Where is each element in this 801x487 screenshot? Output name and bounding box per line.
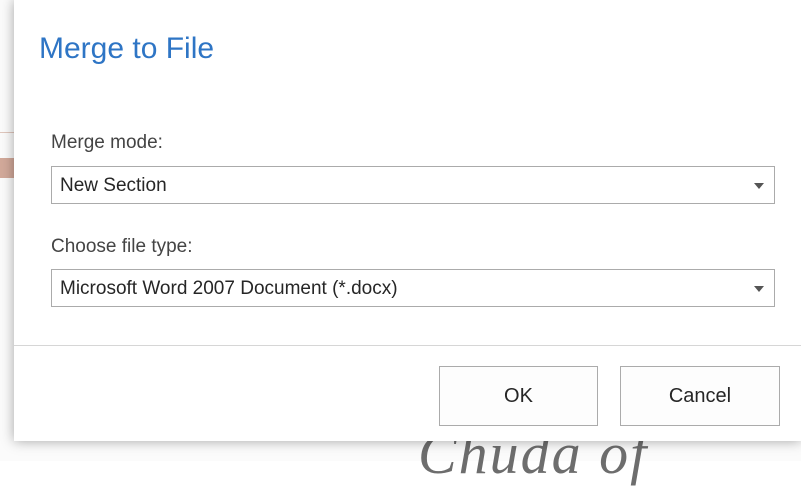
merge-mode-label: Merge mode: — [51, 132, 163, 153]
dialog-title: Merge to File — [39, 32, 215, 65]
chevron-down-icon — [754, 286, 764, 292]
merge-to-file-dialog: Merge to File Merge mode: New Section Ch… — [14, 0, 801, 441]
merge-mode-value: New Section — [60, 175, 167, 196]
merge-mode-select[interactable]: New Section — [51, 166, 775, 204]
footer-divider — [14, 345, 801, 346]
cancel-button[interactable]: Cancel — [620, 366, 780, 426]
file-type-value: Microsoft Word 2007 Document (*.docx) — [60, 278, 398, 299]
background-decoration — [0, 158, 14, 178]
ok-button[interactable]: OK — [439, 366, 598, 426]
file-type-select[interactable]: Microsoft Word 2007 Document (*.docx) — [51, 269, 775, 307]
file-type-label: Choose file type: — [51, 236, 193, 257]
chevron-down-icon — [754, 183, 764, 189]
background-decoration — [0, 132, 14, 133]
